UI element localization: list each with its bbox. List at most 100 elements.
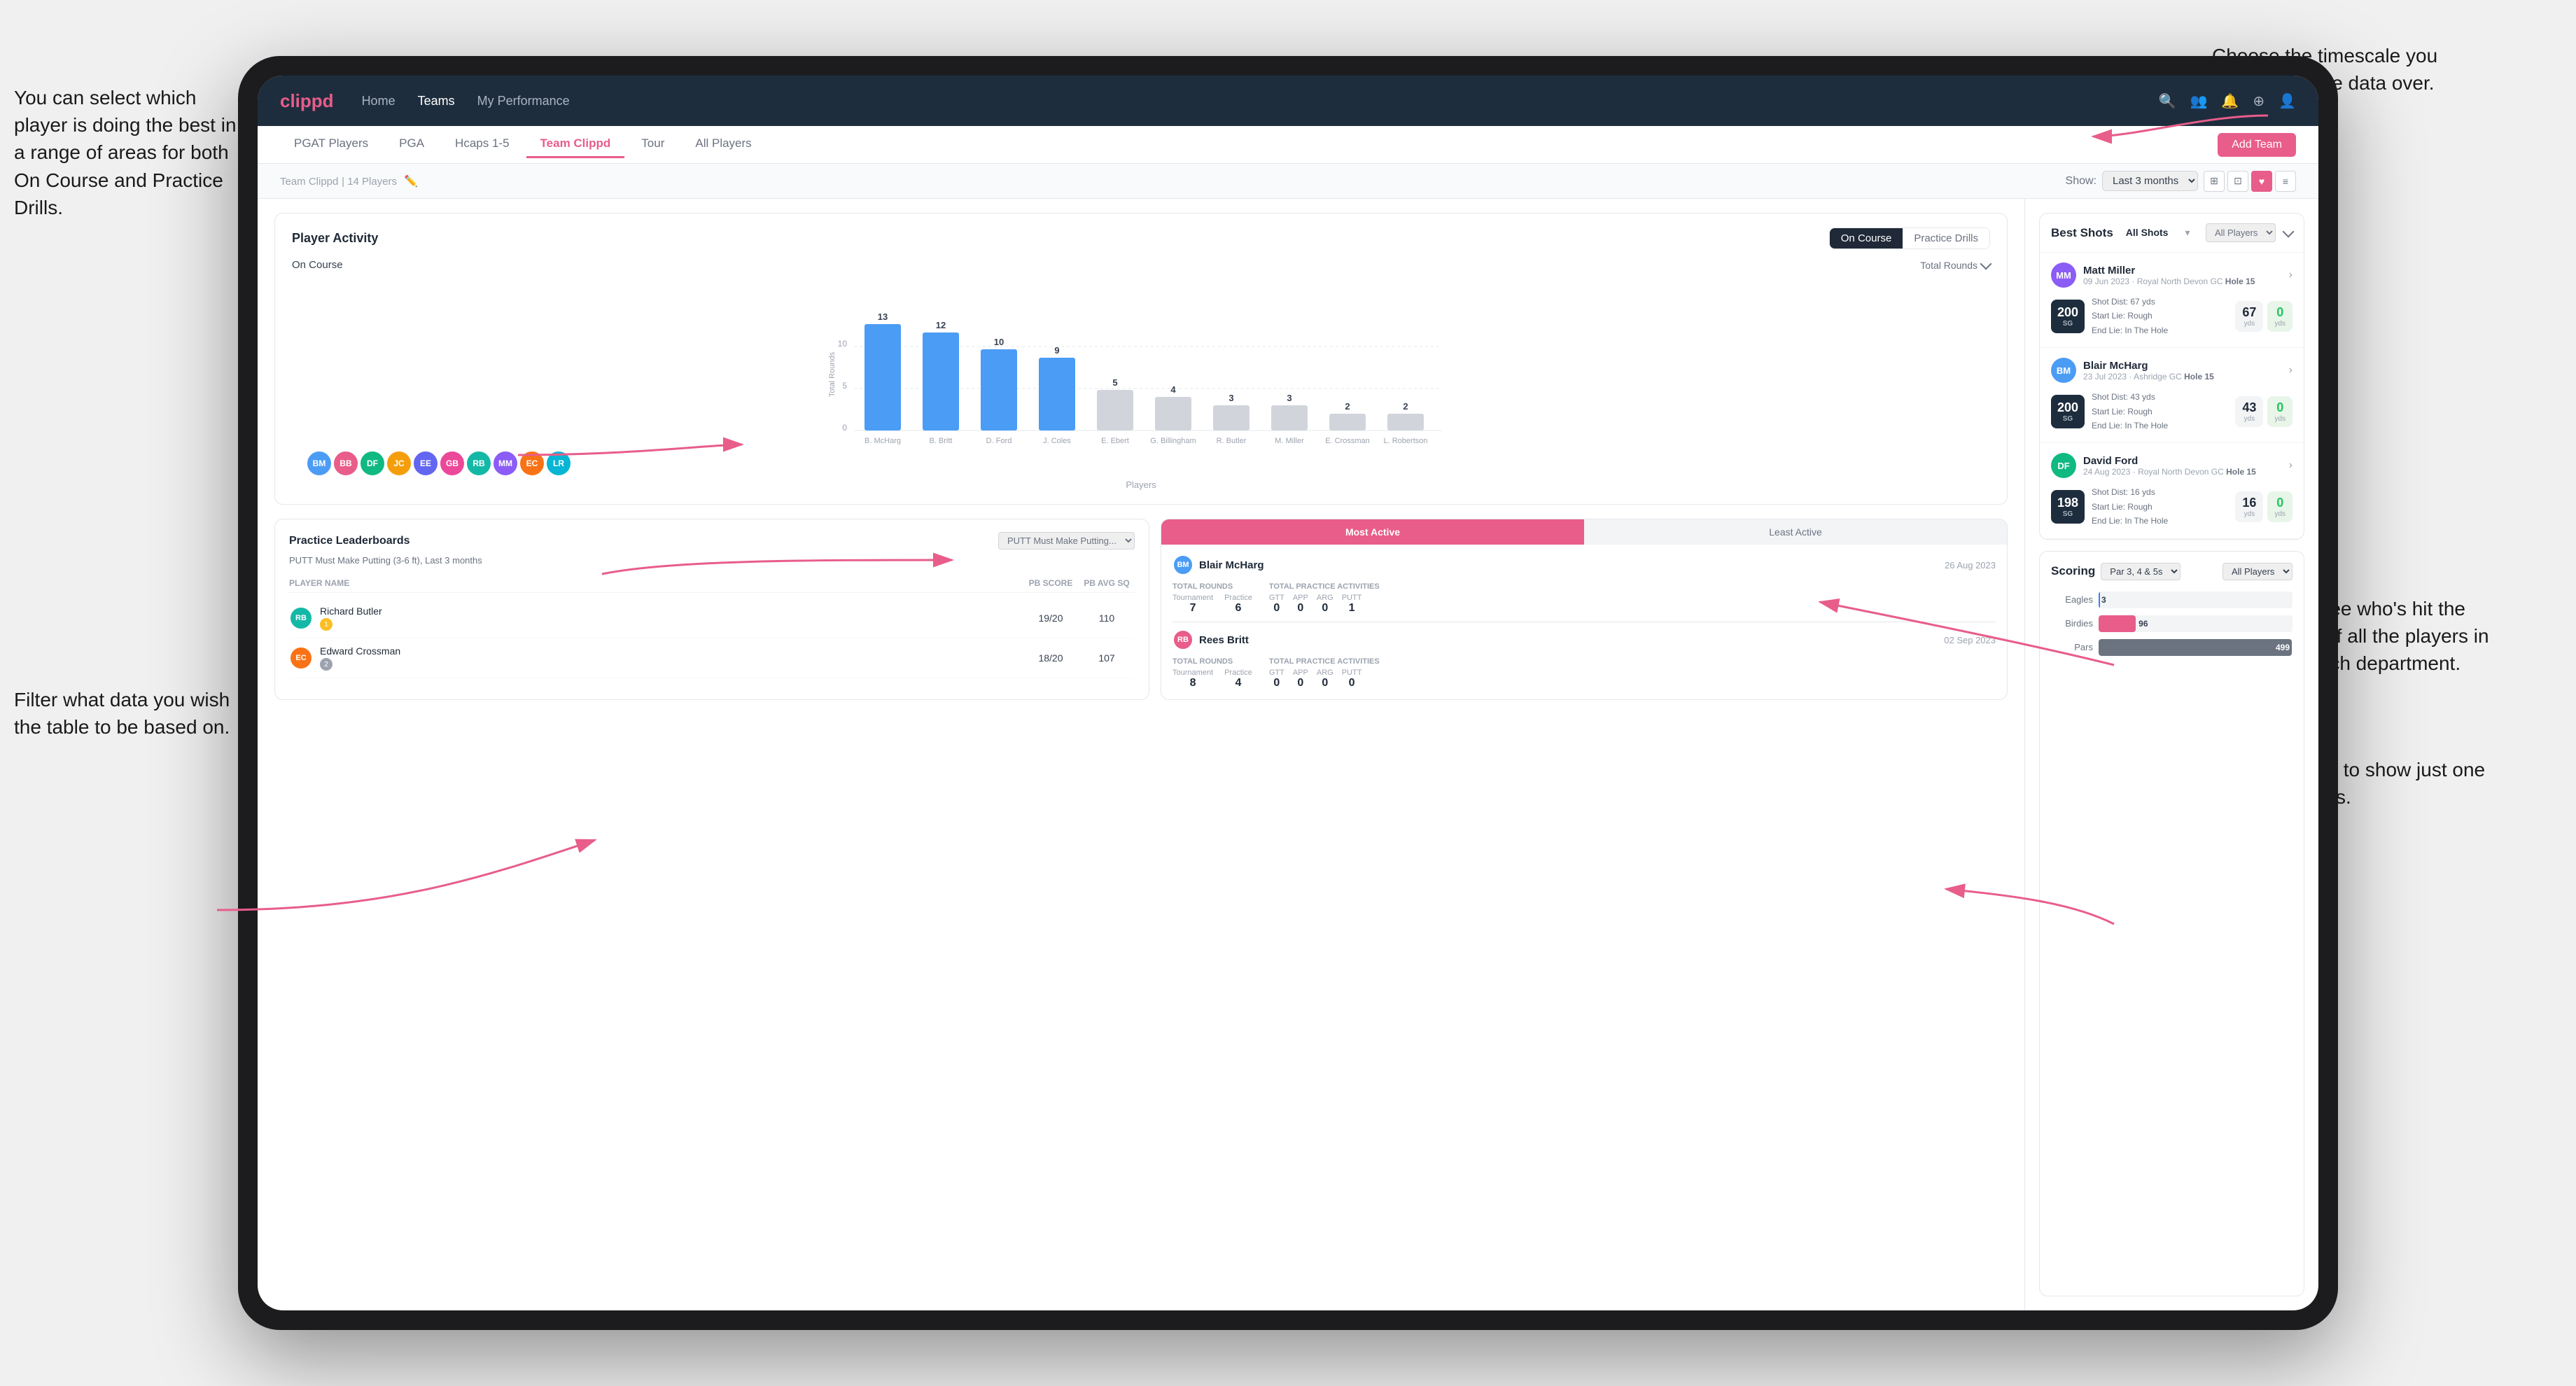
birdies-label: Birdies [2051,618,2093,629]
players-filter-select[interactable]: All Players [2206,223,2276,242]
best-shots-header: Best Shots All Shots ▾ All Players [2040,214,2304,253]
most-active-tab[interactable]: Most Active [1161,519,1584,545]
scoring-title: Scoring [2051,564,2095,578]
practice-drills-toggle[interactable]: Practice Drills [1903,228,1989,248]
avatar-ee: EE [412,450,439,477]
total-practice-label1: Total Practice Activities [1269,582,1380,591]
app-stat1: APP 0 [1293,594,1308,615]
chart-filter[interactable]: Total Rounds [1920,260,1990,271]
shot-row-1[interactable]: MM Matt Miller 09 Jun 2023 · Royal North… [2040,253,2304,348]
left-panel: Player Activity On Course Practice Drill… [258,199,2024,1310]
player-activity-card: Player Activity On Course Practice Drill… [274,213,2008,505]
sg-label-1: SG [2063,320,2073,328]
least-active-tab[interactable]: Least Active [1584,519,2007,545]
active-content: BM Blair McHarg 26 Aug 2023 Total Rounds [1161,545,2007,699]
tab-pgat-players[interactable]: PGAT Players [280,131,382,158]
total-rounds-label1: Total Rounds [1172,582,1252,591]
player2-avatar: EC [289,646,313,670]
svg-text:10: 10 [994,337,1004,347]
svg-text:Total Rounds: Total Rounds [828,351,836,397]
shot-chevron-3[interactable]: › [2289,459,2292,472]
putt-stat1: PUTT 1 [1342,594,1362,615]
practice-subtitle: PUTT Must Make Putting (3-6 ft), Last 3 … [289,555,1135,566]
sg-badge-1: 200 SG [2051,300,2085,333]
shot-chevron-2[interactable]: › [2289,364,2292,377]
nav-right: 🔍 👥 🔔 ⊕ 👤 [2159,92,2296,110]
active-player1-name: BM Blair McHarg [1172,554,1264,575]
plus-circle-icon[interactable]: ⊕ [2253,92,2264,110]
active-player2-header: RB Rees Britt 02 Sep 2023 [1172,629,1996,650]
player1-avatar: RB [289,606,313,630]
svg-text:10: 10 [838,339,848,349]
tournament-stat1: Tournament 7 [1172,594,1213,615]
eagles-count-inline: 3 [2101,595,2106,605]
avatar-mm: MM [492,450,519,477]
svg-text:2: 2 [1345,401,1350,412]
svg-text:B. Britt: B. Britt [929,437,952,444]
edit-icon[interactable]: ✏️ [404,174,418,188]
tab-all-players[interactable]: All Players [681,131,765,158]
all-shots-tab[interactable]: All Shots [2119,224,2176,241]
grid-view-btn[interactable]: ⊞ [2204,171,2225,192]
practice-row-1[interactable]: RB Richard Butler 1 19/20 110 [289,598,1135,638]
practice-dropdown[interactable]: PUTT Must Make Putting... [998,532,1135,550]
players-chevron-icon [2283,225,2295,237]
svg-text:12: 12 [936,320,946,330]
active-avatar1: BM [1172,554,1194,575]
shot-player-info-1: MM Matt Miller 09 Jun 2023 · Royal North… [2051,262,2292,288]
avatar-row: BM BB DF JC EE GB RB MM EC LR [292,450,1990,477]
yds-badge-2: 43 yds [2235,396,2263,427]
rank1-badge: 1 [320,618,332,631]
nav-home[interactable]: Home [362,94,396,108]
annotation-filter: Filter what data you wish the table to b… [14,686,252,741]
scoring-row-eagles: Eagles 3 [2051,592,2292,608]
col-player-name: PLAYER NAME [289,578,1023,588]
user-avatar-icon[interactable]: 👤 [2278,92,2296,110]
nav-links: Home Teams My Performance [362,94,570,108]
shot-row-2[interactable]: BM Blair McHarg 23 Jul 2023 · Ashridge G… [2040,348,2304,443]
svg-text:L. Robertson: L. Robertson [1384,437,1428,444]
shot-chevron-1[interactable]: › [2289,269,2292,281]
bell-icon[interactable]: 🔔 [2221,92,2239,110]
total-rounds-label2: Total Rounds [1172,657,1252,666]
tab-hcaps[interactable]: Hcaps 1-5 [441,131,523,158]
add-team-button[interactable]: Add Team [2218,133,2296,157]
annotation-player-best: You can select which player is doing the… [14,84,252,221]
eagles-label: Eagles [2051,594,2093,605]
practice-stat2: Practice 4 [1224,668,1252,690]
users-icon[interactable]: 👥 [2190,92,2208,110]
tab-pga[interactable]: PGA [385,131,438,158]
heart-view-btn[interactable]: ♥ [2251,171,2272,192]
shot-hole-2: Hole 15 [2184,372,2214,382]
eagles-bar [2099,592,2100,608]
yds-badge-1: 67 yds [2235,301,2263,332]
player-activity-title: Player Activity [292,231,378,246]
shot-stats-1: Shot Dist: 67 yds Start Lie: Rough End L… [2092,295,2228,337]
tablet-screen: clippd Home Teams My Performance 🔍 👥 🔔 ⊕… [258,76,2318,1310]
tab-tour[interactable]: Tour [627,131,678,158]
scoring-bars: Eagles 3 Birdies 96 [2051,592,2292,656]
avatar-jc: JC [386,450,412,477]
shot-player-name-3: David Ford [2083,455,2256,467]
nav-my-performance[interactable]: My Performance [477,94,570,108]
svg-text:0: 0 [842,423,847,433]
timescale-select[interactable]: Last 3 months [2102,171,2198,191]
team-title: Team Clippd | 14 Players [280,174,397,188]
tab-team-clippd[interactable]: Team Clippd [526,131,625,158]
zero-badge-1: 0 yds [2267,301,2292,332]
shot-row-3[interactable]: DF David Ford 24 Aug 2023 · Royal North … [2040,443,2304,538]
card-view-btn[interactable]: ⊡ [2227,171,2248,192]
avatar-gb: GB [439,450,465,477]
search-icon[interactable]: 🔍 [2159,92,2176,110]
practice-header: Practice Leaderboards PUTT Must Make Put… [289,532,1135,550]
list-view-btn[interactable]: ≡ [2275,171,2296,192]
scoring-filter-select[interactable]: Par 3, 4 & 5s [2101,563,2180,580]
nav-teams[interactable]: Teams [418,94,455,108]
pars-bar [2099,639,2292,656]
scoring-player-select[interactable]: All Players [2222,563,2292,580]
practice-row-2[interactable]: EC Edward Crossman 2 18/20 107 [289,638,1135,678]
scoring-row-pars: Pars 499 [2051,639,2292,656]
player2-name: Edward Crossman [320,645,400,657]
practice-player-2: EC Edward Crossman 2 [289,645,1023,671]
on-course-toggle[interactable]: On Course [1830,228,1903,248]
